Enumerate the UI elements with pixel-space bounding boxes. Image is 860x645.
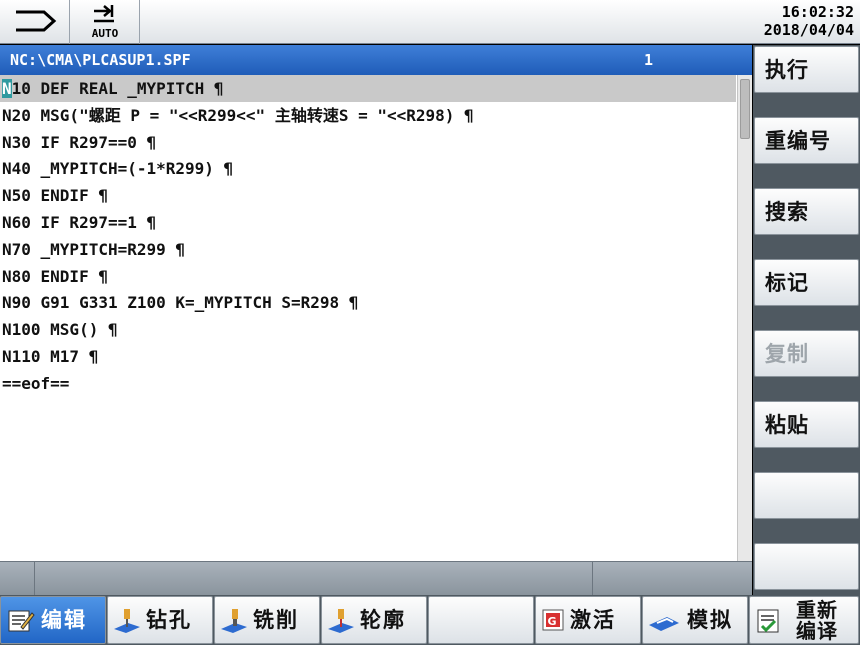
recompile-label: 重新 编译 — [796, 598, 838, 643]
horizontal-softkey-bar: 编辑 钻孔 铣削 轮廓 G 激活 模拟 重新 编译 — [0, 595, 860, 645]
divider — [34, 562, 35, 596]
auto-label: AUTO — [91, 27, 119, 40]
search-softkey[interactable]: 搜索 — [754, 188, 859, 235]
clock: 16:02:32 2018/04/04 — [764, 3, 854, 39]
code-line[interactable]: N90 G91 G331 Z100 K=_MYPITCH S=R298 ¶ — [0, 289, 736, 316]
simulate-softkey[interactable]: 模拟 — [642, 596, 748, 644]
execute-softkey[interactable]: 执行 — [754, 46, 859, 93]
contour-label: 轮廓 — [360, 608, 406, 632]
contour-softkey[interactable]: 轮廓 — [321, 596, 427, 644]
code-line[interactable]: N80 ENDIF ¶ — [0, 263, 736, 290]
simulate-label: 模拟 — [687, 608, 733, 632]
code-area[interactable]: N10 DEF REAL _MYPITCH ¶ N20 MSG("螺距 P = … — [0, 75, 736, 561]
auto-mode-icon — [94, 5, 114, 23]
renumber-softkey[interactable]: 重编号 — [754, 117, 859, 164]
auto-mode-indicator[interactable]: AUTO — [70, 0, 140, 44]
date-text: 2018/04/04 — [763, 21, 854, 39]
edit-label: 编辑 — [41, 608, 87, 632]
drill-icon — [114, 609, 140, 633]
scrollbar-thumb[interactable] — [740, 79, 750, 139]
activate-label: 激活 — [570, 608, 616, 632]
program-editor[interactable]: N10 DEF REAL _MYPITCH ¶ N20 MSG("螺距 P = … — [0, 75, 752, 561]
drill-softkey[interactable]: 钻孔 — [107, 596, 213, 644]
vertical-softkey-bar: 执行 重编号 搜索 标记 复制 粘贴 — [753, 45, 860, 595]
time-text: 16:02:32 — [781, 3, 854, 21]
recompile-icon — [757, 609, 779, 633]
editor-status-bar — [0, 561, 752, 596]
contour-icon — [328, 609, 354, 633]
recompile-softkey[interactable]: 重新 编译 — [749, 596, 859, 644]
line-indicator: 1 — [644, 51, 654, 69]
code-line[interactable]: N30 IF R297==0 ¶ — [0, 129, 736, 156]
code-line[interactable]: N110 M17 ¶ — [0, 343, 736, 370]
code-line[interactable]: N20 MSG("螺距 P = "<<R299<<" 主轴转速S = "<<R2… — [0, 102, 736, 129]
simulate-icon — [649, 617, 679, 631]
activate-icon: G — [542, 609, 564, 631]
divider — [592, 562, 593, 596]
machine-area-button[interactable] — [0, 0, 70, 44]
code-line[interactable]: N50 ENDIF ¶ — [0, 182, 736, 209]
vertical-scrollbar[interactable] — [737, 75, 752, 561]
machine-mode-icon — [16, 10, 57, 32]
code-line[interactable]: N100 MSG() ¶ — [0, 316, 736, 343]
text-cursor: N — [2, 79, 12, 98]
code-line[interactable]: N70 _MYPITCH=R299 ¶ — [0, 236, 736, 263]
activate-softkey[interactable]: G 激活 — [535, 596, 641, 644]
code-line[interactable]: N60 IF R297==1 ¶ — [0, 209, 736, 236]
mark-softkey[interactable]: 标记 — [754, 259, 859, 306]
top-status-bar: AUTO 16:02:32 2018/04/04 — [0, 0, 860, 44]
mill-icon — [221, 609, 247, 633]
file-path: NC:\CMA\PLCASUP1.SPF — [10, 51, 191, 69]
editor-title-bar: NC:\CMA\PLCASUP1.SPF 1 — [0, 45, 752, 75]
mill-softkey[interactable]: 铣削 — [214, 596, 320, 644]
drill-label: 钻孔 — [146, 608, 192, 632]
edit-icon — [8, 610, 35, 632]
svg-text:G: G — [547, 615, 558, 628]
empty-softkey-7[interactable] — [754, 472, 859, 519]
mill-label: 铣削 — [253, 608, 299, 632]
code-line[interactable]: N10 DEF REAL _MYPITCH ¶ — [0, 75, 736, 102]
edit-softkey[interactable]: 编辑 — [0, 596, 106, 644]
empty-softkey-8[interactable] — [754, 543, 859, 590]
copy-softkey[interactable]: 复制 — [754, 330, 859, 377]
paste-softkey[interactable]: 粘贴 — [754, 401, 859, 448]
code-line[interactable]: ==eof== — [0, 370, 736, 397]
code-line[interactable]: N40 _MYPITCH=(-1*R299) ¶ — [0, 155, 736, 182]
empty-softkey-5[interactable] — [428, 596, 534, 644]
